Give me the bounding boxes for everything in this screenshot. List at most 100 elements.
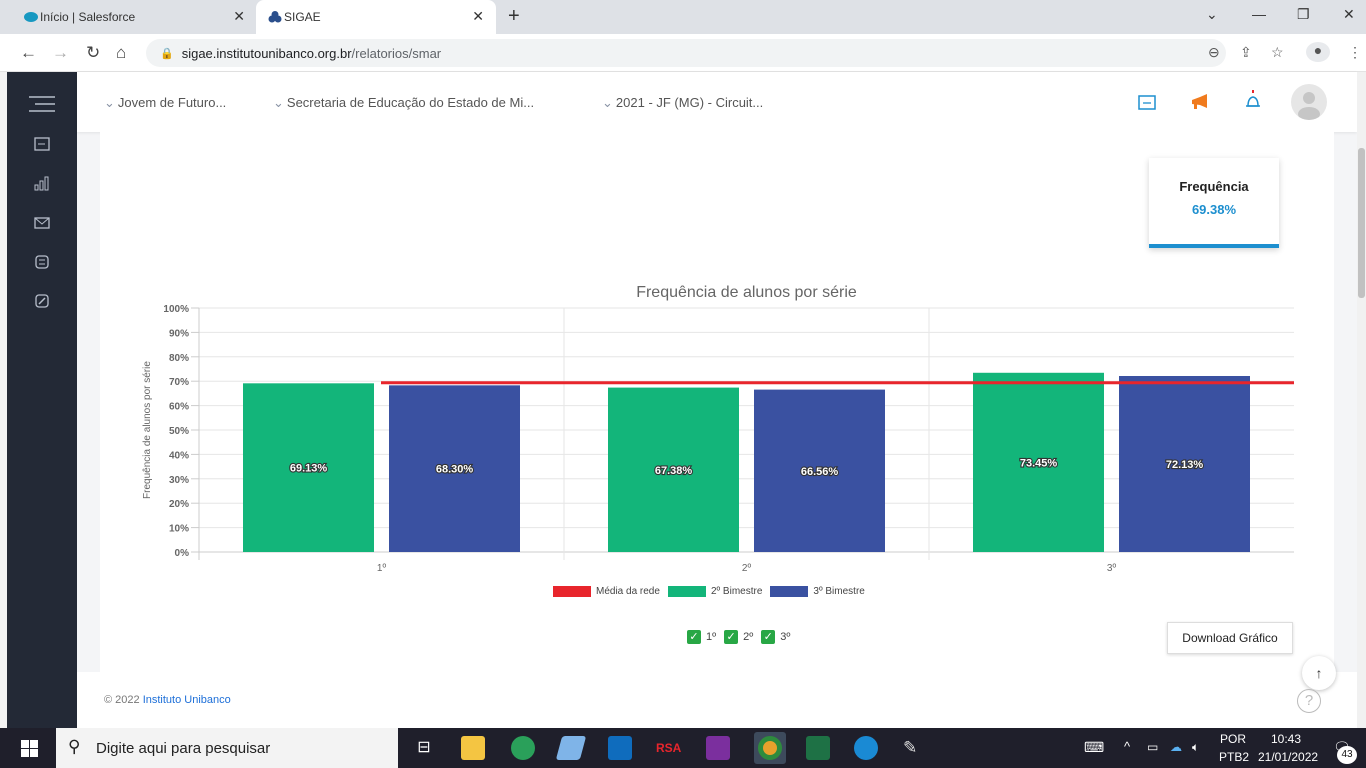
zoom-icon[interactable]: ⊖	[1208, 44, 1220, 61]
notes-app-icon[interactable]	[555, 736, 587, 760]
tab-salesforce[interactable]: Início | Salesforce ✕	[12, 0, 257, 34]
mail-icon[interactable]	[33, 215, 51, 231]
filter-checkbox-3[interactable]: ✓ 3º	[761, 630, 790, 644]
bookmark-star-icon[interactable]: ☆	[1271, 44, 1284, 61]
url-field[interactable]: 🔒 sigae.institutounibanco.org.br/relator…	[146, 39, 1226, 67]
chevron-down-icon: ⌄	[602, 95, 613, 110]
left-edge	[0, 72, 7, 728]
list-icon[interactable]	[33, 254, 51, 270]
y-tick-label: 20%	[169, 499, 189, 510]
edge-icon[interactable]	[854, 736, 878, 760]
url-path: /relatorios/smar	[351, 45, 442, 61]
filter-circuit[interactable]: ⌄ 2021 - JF (MG) - Circuit...	[602, 95, 763, 111]
y-tick-label: 10%	[169, 524, 189, 535]
battery-icon[interactable]: ▭	[1147, 740, 1158, 754]
close-tab-icon[interactable]: ✕	[472, 8, 484, 25]
user-placeholder-icon	[1298, 92, 1320, 120]
main-content: ⌄ Jovem de Futuro... ⌄ Secretaria de Educa…	[77, 72, 1357, 728]
file-explorer-icon[interactable]	[461, 736, 485, 760]
minimize-button[interactable]: —	[1252, 6, 1266, 22]
clock-time[interactable]: 10:43	[1271, 732, 1301, 746]
y-tick-label: 40%	[169, 450, 189, 461]
filter-checkbox-1[interactable]: ✓ 1º	[687, 630, 716, 644]
close-window-button[interactable]: ✕	[1343, 6, 1355, 23]
x-tick-label: 3º	[1107, 563, 1117, 574]
summary-accent-bar	[1149, 244, 1279, 248]
more-menu-icon[interactable]: ⋮	[1348, 44, 1362, 61]
avatar[interactable]	[1291, 84, 1327, 120]
filter-program[interactable]: ⌄ Jovem de Futuro...	[104, 95, 226, 111]
globe-app-icon[interactable]	[511, 736, 535, 760]
chrome-icon[interactable]	[758, 736, 782, 760]
address-bar: ← → ↻ ⌂ 🔒 sigae.institutounibanco.org.br…	[0, 34, 1366, 72]
bar-data-label: 73.45%	[1020, 457, 1058, 469]
reload-icon[interactable]: ↻	[86, 43, 100, 63]
share-icon[interactable]: ⇪	[1240, 44, 1252, 61]
summary-value: 69.38%	[1191, 202, 1237, 217]
excel-icon[interactable]	[806, 736, 830, 760]
folder-icon[interactable]	[1138, 94, 1156, 110]
keyboard-layout[interactable]: PTB2	[1219, 750, 1249, 764]
windows-start-icon[interactable]	[21, 740, 38, 757]
volume-icon[interactable]: 🔈︎	[1192, 740, 1199, 755]
restore-button[interactable]: ❐	[1297, 6, 1310, 23]
keyboard-icon[interactable]: ⌨	[1084, 739, 1104, 756]
megaphone-icon[interactable]	[1190, 94, 1210, 110]
footer-link[interactable]: Instituto Unibanco	[143, 694, 231, 706]
legend-item-media[interactable]: Média da rede	[553, 586, 660, 597]
filter-secretaria[interactable]: ⌄ Secretaria de Educação do Estado de Mi.…	[273, 95, 534, 111]
frequency-bar-chart: Frequência de alunos por série Frequência…	[142, 284, 1294, 574]
filter-checkbox-2[interactable]: ✓ 2º	[724, 630, 753, 644]
clock-date[interactable]: 21/01/2022	[1258, 750, 1318, 764]
y-tick-label: 100%	[163, 304, 189, 315]
back-arrow-icon[interactable]: ←	[20, 43, 37, 63]
task-view-icon[interactable]: ⊟	[412, 736, 436, 760]
scrollbar-thumb[interactable]	[1358, 148, 1365, 298]
checkmark-icon: ✓	[724, 630, 739, 644]
scroll-to-top-button[interactable]: ↑	[1302, 656, 1336, 690]
notification-count-badge[interactable]: 43	[1337, 746, 1357, 764]
help-icon[interactable]: ?	[1297, 689, 1321, 713]
frequency-summary-card: Frequência 69.38%	[1149, 158, 1279, 248]
close-tab-icon[interactable]: ✕	[233, 8, 245, 25]
chevron-down-icon: ⌄	[104, 95, 115, 110]
app-sidebar	[7, 72, 77, 728]
outlook-icon[interactable]	[608, 736, 632, 760]
new-tab-button[interactable]: +	[508, 5, 520, 28]
onedrive-icon[interactable]: ☁	[1170, 740, 1182, 754]
forward-arrow-icon[interactable]: →	[52, 43, 69, 63]
chart-legend: Média da rede 2º Bimestre 3º Bimestre	[553, 586, 873, 597]
folder-icon[interactable]	[33, 136, 51, 152]
menu-hamburger-icon[interactable]	[29, 94, 55, 114]
tab-title: Início | Salesforce	[40, 10, 136, 24]
tab-sigae[interactable]: SIGAE ✕	[256, 0, 496, 34]
legend-swatch	[770, 586, 809, 597]
rsa-icon[interactable]: RSA	[656, 736, 681, 760]
bar-data-label: 72.13%	[1166, 459, 1204, 471]
bar-data-label: 69.13%	[290, 463, 328, 475]
y-tick-label: 70%	[169, 377, 189, 388]
taskbar-search-box[interactable]: ⚲ Digite aqui para pesquisar	[56, 728, 398, 768]
tray-expand-icon[interactable]: ^	[1124, 739, 1130, 754]
profile-icon[interactable]: ●	[1306, 42, 1330, 62]
tools-icon[interactable]	[33, 293, 51, 309]
sigae-logo-icon	[268, 11, 282, 23]
browser-tab-bar: Início | Salesforce ✕ SIGAE ✕ + ⌄ — ❐ ✕	[0, 0, 1366, 34]
onenote-icon[interactable]	[706, 736, 730, 760]
legend-item-3bim[interactable]: 3º Bimestre	[770, 586, 865, 597]
bell-icon[interactable]	[1244, 90, 1262, 112]
checkmark-icon: ✓	[761, 630, 776, 644]
bar-data-label: 67.38%	[655, 465, 693, 477]
paint-icon[interactable]: ✎	[903, 736, 927, 760]
tab-search-chevron-icon[interactable]: ⌄	[1206, 6, 1218, 23]
chevron-down-icon: ⌄	[273, 95, 284, 110]
url-host: sigae.institutounibanco.org.br	[181, 45, 352, 61]
y-tick-label: 0%	[175, 548, 190, 559]
home-icon[interactable]: ⌂	[116, 43, 126, 63]
bar-chart-icon[interactable]	[33, 175, 51, 191]
page-scrollbar[interactable]	[1357, 72, 1366, 728]
legend-item-2bim[interactable]: 2º Bimestre	[667, 586, 762, 597]
download-chart-button[interactable]: Download Gráfico	[1167, 622, 1293, 654]
checkmark-icon: ✓	[687, 630, 701, 644]
language-code[interactable]: POR	[1220, 732, 1246, 746]
